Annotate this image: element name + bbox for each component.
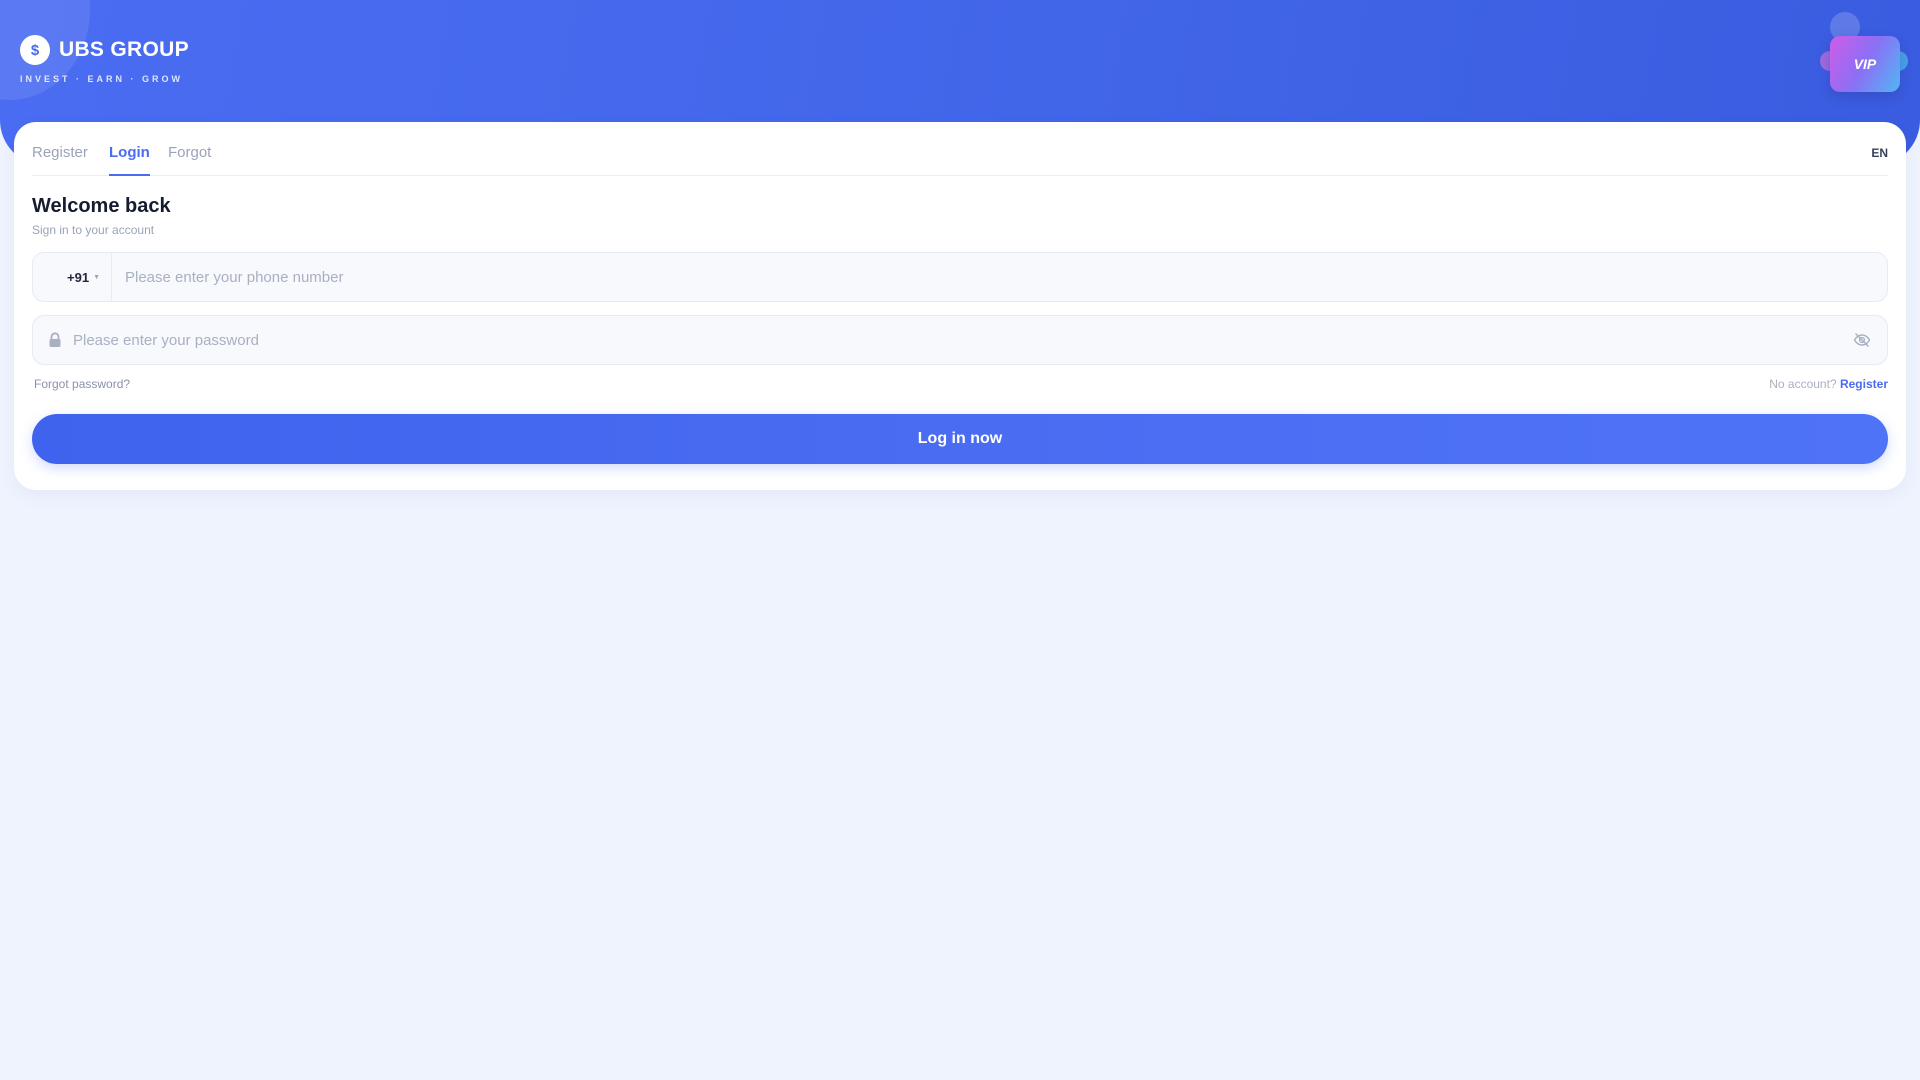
phone-input[interactable]	[125, 253, 1865, 301]
vip-badge[interactable]: VIP	[1812, 8, 1912, 98]
language-selector[interactable]: EN	[1871, 146, 1888, 160]
phone-field: +91 ▼	[32, 252, 1888, 302]
tab-login[interactable]: Login	[109, 144, 150, 176]
forgot-password-link[interactable]: Forgot password?	[34, 377, 130, 391]
caret-down-icon: ▼	[93, 273, 100, 281]
page-subtitle: Sign in to your account	[32, 223, 155, 237]
eye-off-icon[interactable]	[1853, 332, 1871, 348]
tab-forgot[interactable]: Forgot	[168, 144, 211, 176]
coin-icon: $	[20, 35, 50, 65]
country-code: +91	[67, 269, 90, 285]
login-card: Register Login Forgot EN Welcome back Si…	[14, 122, 1906, 490]
country-code-selector[interactable]: +91 ▼	[33, 253, 112, 301]
lock-icon	[49, 332, 61, 347]
password-input[interactable]	[73, 316, 1833, 364]
register-prompt: No account? Register	[1769, 377, 1888, 391]
vip-label[interactable]: VIP	[1830, 36, 1900, 92]
brand-tagline: INVEST · EARN · GROW	[20, 74, 183, 84]
no-account-text: No account?	[1769, 377, 1837, 391]
brand-name: UBS GROUP	[59, 38, 189, 61]
tab-register[interactable]: Register	[32, 144, 88, 176]
auth-tabs: Register Login Forgot EN	[32, 122, 1888, 176]
login-button[interactable]: Log in now	[32, 414, 1888, 464]
page-title: Welcome back	[32, 195, 171, 217]
brand-logo: $ UBS GROUP INVEST · EARN · GROW	[20, 35, 189, 84]
password-field	[32, 315, 1888, 365]
register-link[interactable]: Register	[1840, 377, 1888, 391]
